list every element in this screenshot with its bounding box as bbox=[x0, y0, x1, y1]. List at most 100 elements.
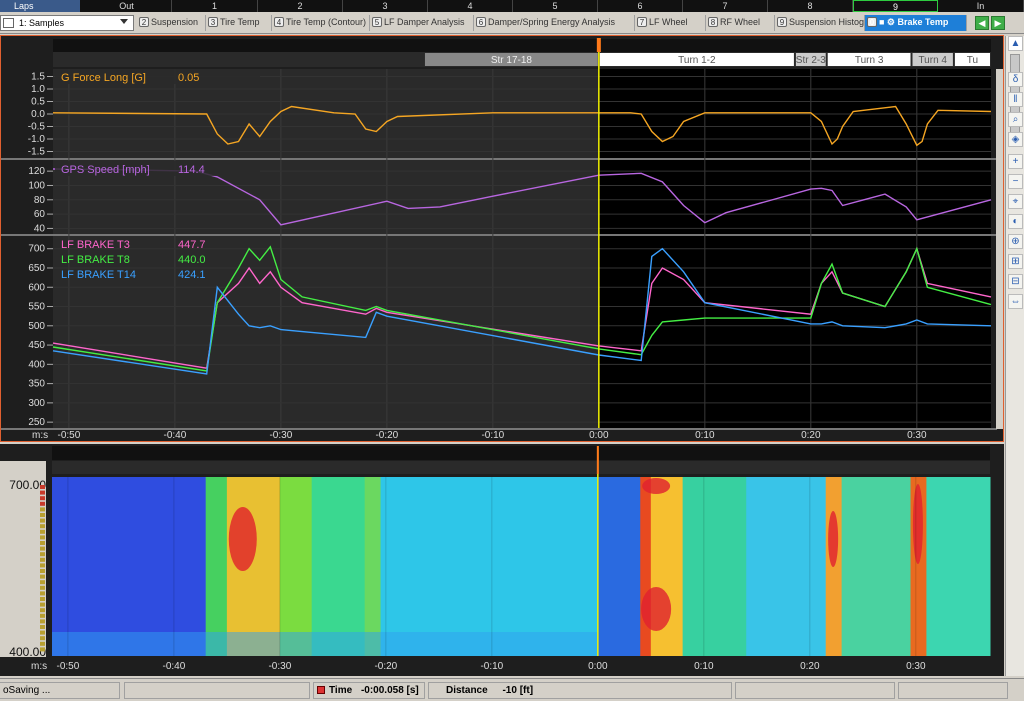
heat-time-axis-unit: m:s bbox=[31, 661, 47, 672]
heat-scale-cell bbox=[40, 485, 45, 489]
heat-scale-cell bbox=[40, 490, 45, 495]
heat-time-tick-label: -0:50 bbox=[56, 661, 79, 672]
tab-suspension[interactable]: 2 Suspension bbox=[137, 15, 206, 31]
heat-scale-cell bbox=[40, 569, 45, 573]
y-tick-label: 650 bbox=[28, 263, 45, 274]
y-tick-label: 300 bbox=[28, 398, 45, 409]
distance-label: Distance bbox=[446, 685, 488, 696]
zoom-region-icon[interactable]: ⊞ bbox=[1008, 254, 1023, 269]
y-tick-label: -0.5 bbox=[28, 122, 46, 133]
upper-graph-svg[interactable]: Str 17-18 Turn 1-2 Str 2-3 Turn 3 Turn 4 Tu 1.… bbox=[1, 36, 1004, 441]
tab-tire-temp[interactable]: 3 Tire Temp bbox=[206, 15, 272, 31]
tab-label: Tire Temp (Contour) bbox=[286, 17, 367, 27]
compare-icon[interactable]: ⇔ bbox=[1008, 294, 1023, 309]
heatmap-hotspot bbox=[641, 587, 672, 631]
palette-icon[interactable]: ◈ bbox=[1008, 132, 1023, 147]
lap-cell-9[interactable]: 9 bbox=[853, 0, 938, 12]
heatmap-column bbox=[640, 477, 652, 656]
lap-cell-2[interactable]: 2 bbox=[258, 0, 343, 12]
panel-past-bg bbox=[53, 236, 599, 428]
heat-scale-cell bbox=[40, 580, 45, 585]
time-tick-label: -0:40 bbox=[163, 430, 186, 441]
zoom-in-icon[interactable]: + bbox=[1008, 154, 1023, 169]
y-tick-label: 120 bbox=[28, 166, 45, 177]
heatmap-column bbox=[52, 477, 207, 656]
y-tick-label: 0.5 bbox=[31, 97, 45, 108]
lap-cell-out[interactable]: Out bbox=[82, 0, 172, 12]
heatmap-column bbox=[682, 477, 747, 656]
highlight-icon[interactable]: ◐ bbox=[1008, 214, 1023, 229]
lap-cell-5[interactable]: 5 bbox=[513, 0, 598, 12]
zoom-fit-icon[interactable]: ⌖ bbox=[1008, 194, 1023, 209]
tab-lf-wheel[interactable]: 7 LF Wheel bbox=[635, 15, 706, 31]
right-toolbar: ▲ δ ‖ ⌕ ◈ + − ⌖ ◐ ⊕ ⊞ ⊟ ⇔ bbox=[1005, 36, 1024, 676]
time-tick-label: -0:50 bbox=[57, 430, 80, 441]
lap-bar: Laps Out 1 2 3 4 5 6 7 8 9 In bbox=[0, 0, 1024, 12]
tab-number: 5 bbox=[372, 17, 382, 27]
tab-settings-icon: ■ ⚙ bbox=[879, 17, 898, 27]
heatmap-column bbox=[841, 477, 912, 656]
tab-suspension-histogram[interactable]: 9Suspension Histogram bbox=[775, 15, 865, 31]
tab-label: LF Damper Analysis bbox=[384, 17, 465, 27]
status-cell-a bbox=[735, 682, 895, 699]
y-tick-label: 0.0 bbox=[31, 109, 45, 120]
time-tick-label: 0:30 bbox=[907, 430, 927, 441]
heatmap-column bbox=[597, 477, 641, 656]
heat-strip-top bbox=[52, 446, 990, 460]
speed-legend-name: GPS Speed [mph] bbox=[61, 164, 150, 176]
time-value: -0:00.058 [s] bbox=[360, 685, 419, 696]
tab-rf-wheel[interactable]: 8 RF Wheel bbox=[706, 15, 775, 31]
tab-damper-spring-energy-analysis[interactable]: 6 Damper/Spring Energy Analysis bbox=[474, 15, 635, 31]
heatmap-column bbox=[926, 477, 991, 656]
heatmap-svg[interactable]: 700.00400.00700.00400.00m:s-0:50-0:40-0:… bbox=[0, 444, 1004, 676]
speed-legend-value: 114.4 bbox=[178, 164, 205, 176]
heat-scale-cell bbox=[40, 507, 45, 512]
heatmap-hotspot bbox=[828, 511, 839, 567]
heatmap-column bbox=[746, 477, 827, 656]
time-tick-label: -0:20 bbox=[375, 430, 398, 441]
heat-time-tick-label: -0:40 bbox=[162, 661, 185, 672]
lap-cell-in[interactable]: In bbox=[938, 0, 1024, 12]
zoom-icon[interactable]: ⌕ bbox=[1008, 112, 1023, 127]
section-label: Turn 1-2 bbox=[678, 55, 716, 66]
tab-tire-temp-contour-[interactable]: 4 Tire Temp (Contour) bbox=[272, 15, 370, 31]
y-tick-label: 100 bbox=[28, 180, 45, 191]
cursor-icon[interactable]: ⊕ bbox=[1008, 234, 1023, 249]
lap-cell-1[interactable]: 1 bbox=[172, 0, 258, 12]
section-label: Tu bbox=[967, 55, 978, 66]
workbook-selector[interactable]: 1: Samples bbox=[0, 15, 134, 31]
time-axis-unit: m:s bbox=[32, 430, 48, 441]
heat-scale-cell bbox=[40, 546, 45, 551]
vertical-scrollbar[interactable]: ▲ bbox=[1008, 36, 1023, 51]
prev-tab-button[interactable]: ◀ bbox=[975, 16, 989, 30]
heat-time-tick-label: 0:20 bbox=[800, 661, 820, 672]
heat-cursor-handle bbox=[596, 446, 599, 474]
distance-value: -10 [ft] bbox=[502, 685, 534, 696]
heat-scale-cell bbox=[40, 585, 45, 590]
zoom-out-icon[interactable]: − bbox=[1008, 174, 1023, 189]
next-tab-button[interactable]: ▶ bbox=[991, 16, 1005, 30]
time-tick-label: 0:20 bbox=[801, 430, 821, 441]
lap-cell-6[interactable]: 6 bbox=[598, 0, 683, 12]
upper-graph-frame: Str 17-18 Turn 1-2 Str 2-3 Turn 3 Turn 4 Tu 1.… bbox=[0, 35, 1004, 442]
y-tick-label: 350 bbox=[28, 379, 45, 390]
heat-scale-cell bbox=[40, 630, 45, 635]
y-tick-label: 1.5 bbox=[31, 72, 45, 83]
tab-label: Suspension bbox=[151, 17, 199, 27]
section-strip-top bbox=[53, 39, 991, 52]
tab-brake-temp[interactable]: 0 ■ ⚙ Brake Temp bbox=[865, 15, 967, 31]
lap-cell-8[interactable]: 8 bbox=[768, 0, 853, 12]
pause-icon[interactable]: ‖ bbox=[1008, 92, 1023, 107]
reset-zoom-icon[interactable]: ⊟ bbox=[1008, 274, 1023, 289]
tab-lf-damper-analysis[interactable]: 5 LF Damper Analysis bbox=[370, 15, 474, 31]
y-tick-label: 80 bbox=[34, 195, 46, 206]
workbook-icon bbox=[3, 18, 14, 28]
delta-icon[interactable]: δ bbox=[1008, 72, 1023, 87]
lap-cell-4[interactable]: 4 bbox=[428, 0, 513, 12]
tab-label: RF Wheel bbox=[720, 17, 761, 27]
lap-cell-7[interactable]: 7 bbox=[683, 0, 768, 12]
lap-cell-3[interactable]: 3 bbox=[343, 0, 428, 12]
heat-scale-cell bbox=[40, 513, 45, 517]
chevron-down-icon[interactable] bbox=[120, 19, 128, 24]
heat-scale-cell bbox=[40, 529, 45, 534]
